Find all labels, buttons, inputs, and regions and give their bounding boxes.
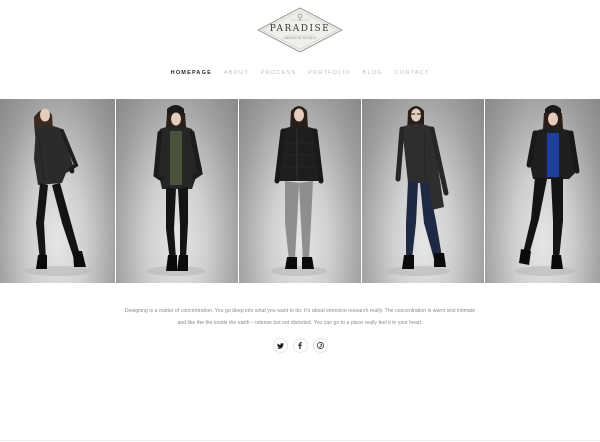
logo-title: PARADISE [269, 24, 331, 34]
quote-line-1: Designing is a matter of concentration. … [124, 308, 476, 314]
nav-item-process[interactable]: PROCESS [261, 70, 296, 76]
logo-tagline: CREATIVE STUDIO [283, 36, 317, 40]
nav-item-portfolio[interactable]: PORTFOLIO [308, 70, 350, 76]
page: PARADISE CREATIVE STUDIO HOMEPAGE ABOUT … [0, 0, 600, 442]
nav-item-homepage[interactable]: HOMEPAGE [171, 70, 212, 76]
pinterest-icon [316, 342, 324, 349]
gallery-image-2[interactable] [116, 99, 239, 283]
nav-item-blog[interactable]: BLOG [363, 70, 383, 76]
gallery-image-1[interactable] [0, 99, 116, 283]
nav-item-about[interactable]: ABOUT [224, 70, 249, 76]
social-links [0, 338, 600, 353]
intro-quote: Designing is a matter of concentration. … [110, 305, 490, 329]
gallery-image-5[interactable] [485, 99, 600, 283]
gallery-image-3[interactable] [239, 99, 362, 283]
facebook-icon [298, 342, 302, 349]
photo-gallery [0, 99, 600, 283]
model-photo-4 [386, 106, 450, 276]
twitter-icon [276, 342, 284, 349]
model-photo-5 [515, 105, 580, 276]
site-logo[interactable]: PARADISE CREATIVE STUDIO [256, 6, 344, 54]
model-photo-1 [24, 108, 92, 276]
nav-item-contact[interactable]: CONTACT [395, 70, 430, 76]
pinterest-button[interactable] [312, 338, 328, 353]
model-photo-2 [146, 105, 206, 276]
main-nav: HOMEPAGE ABOUT PROCESS PORTFOLIO BLOG CO… [0, 70, 600, 76]
facebook-button[interactable] [292, 338, 308, 353]
quote-line-2: and like the fire inside the earth – int… [177, 320, 423, 326]
gallery-image-4[interactable] [362, 99, 485, 283]
twitter-button[interactable] [272, 338, 288, 353]
model-photo-3 [271, 106, 327, 276]
footer-divider [0, 440, 600, 441]
